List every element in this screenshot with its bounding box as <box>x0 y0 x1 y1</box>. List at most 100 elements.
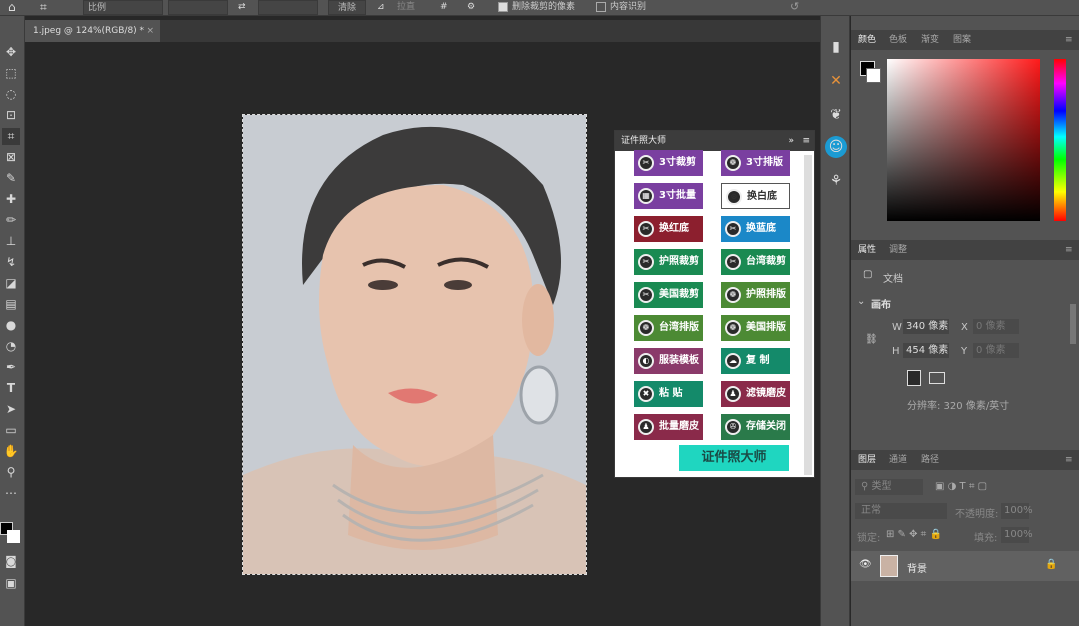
tab-gradients[interactable]: 渐变 <box>921 30 939 50</box>
width-field[interactable]: 340 像素 <box>903 319 949 334</box>
crop-tool-icon[interactable]: ⌗ <box>2 128 20 145</box>
eyedropper-tool-icon[interactable]: ✎ <box>2 170 20 187</box>
brush-tool-icon[interactable]: ✏ <box>2 212 20 229</box>
tab-adjustments[interactable]: 调整 <box>889 240 907 260</box>
lasso-tool-icon[interactable]: ◌ <box>2 86 20 103</box>
tab-channels[interactable]: 通道 <box>889 450 907 470</box>
height-field[interactable]: 454 像素 <box>903 343 949 358</box>
plugin-button[interactable]: ❁ 3寸排版 <box>721 150 790 176</box>
opacity-field[interactable]: 100% <box>1001 503 1029 519</box>
type-tool-icon[interactable]: T <box>2 380 20 397</box>
clear-button[interactable]: 清除 <box>328 0 366 15</box>
plugin-button[interactable]: ✂ 3寸裁剪 <box>634 150 703 176</box>
crop-icon[interactable]: ⌗ <box>40 0 47 15</box>
panel-menu-icon[interactable]: ≡ <box>802 131 810 151</box>
plugin-button[interactable]: ♟ 滤镜磨皮 <box>721 381 790 407</box>
more-tools-icon[interactable]: ⋯ <box>2 485 20 502</box>
swap-icon[interactable]: ⇄ <box>238 0 246 15</box>
plugin-button[interactable]: ❁ 美国排版 <box>721 315 790 341</box>
plugin-button[interactable]: ❁ 台湾排版 <box>634 315 703 341</box>
id-photo-icon[interactable]: ☺ <box>825 136 847 158</box>
x-field[interactable]: 0 像素 <box>973 319 1019 334</box>
gradient-tool-icon[interactable]: ▤ <box>2 296 20 313</box>
quick-select-tool-icon[interactable]: ⊡ <box>2 107 20 124</box>
fill-field[interactable]: 100% <box>1001 527 1029 543</box>
pen-tool-icon[interactable]: ✒ <box>2 359 20 376</box>
stamp-tool-icon[interactable]: ⊥ <box>2 233 20 250</box>
panel-menu-icon[interactable]: ≡ <box>1065 30 1073 50</box>
hand-tool-icon[interactable]: ✋ <box>2 443 20 460</box>
background-color-swatch[interactable] <box>7 530 20 543</box>
settings-gear-icon[interactable]: ⚙ <box>467 0 475 15</box>
tab-paths[interactable]: 路径 <box>921 450 939 470</box>
brush-preset-icon[interactable]: ⚘ <box>825 170 847 192</box>
document-tab[interactable]: 1.jpeg @ 124%(RGB/8) * × <box>25 20 160 42</box>
plugin-button[interactable]: ✂ 护照裁剪 <box>634 249 703 275</box>
tools-x-icon[interactable]: ✕ <box>825 70 847 92</box>
plugin-button[interactable]: ❁ 护照排版 <box>721 282 790 308</box>
quick-mask-icon[interactable]: ◙ <box>2 553 20 570</box>
plugin-button[interactable]: ✇ 存储关闭 <box>721 414 790 440</box>
portrait-photo[interactable] <box>243 115 586 574</box>
reset-icon[interactable]: ↺ <box>790 0 799 15</box>
plugin-icon[interactable]: ❦ <box>825 104 847 126</box>
delete-cropped-checkbox[interactable] <box>498 2 508 12</box>
hue-slider[interactable] <box>1054 59 1066 221</box>
plugin-button[interactable]: ✖ 粘 贴 <box>634 381 703 407</box>
blur-tool-icon[interactable]: ● <box>2 317 20 334</box>
history-brush-tool-icon[interactable]: ↯ <box>2 254 20 271</box>
layer-filter-field[interactable]: ⚲ 类型 <box>855 479 923 495</box>
plugin-button[interactable]: ✂ 台湾裁剪 <box>721 249 790 275</box>
width-input[interactable] <box>168 0 228 15</box>
eraser-tool-icon[interactable]: ◪ <box>2 275 20 292</box>
tab-swatches[interactable]: 色板 <box>889 30 907 50</box>
move-tool-icon[interactable]: ✥ <box>2 44 20 61</box>
y-field[interactable]: 0 像素 <box>973 343 1019 358</box>
rectangle-tool-icon[interactable]: ▭ <box>2 422 20 439</box>
plugin-button[interactable]: ◐ 服装模板 <box>634 348 703 374</box>
plugin-button[interactable]: ✂ 换蓝底 <box>721 216 790 242</box>
straighten-label[interactable]: 拉直 <box>397 0 415 15</box>
home-icon[interactable]: ⌂ <box>8 0 16 15</box>
layer-filter-icons[interactable]: ▣ ◑ T ⌗ ▢ <box>935 481 987 492</box>
link-icon[interactable]: ⛓ <box>865 334 878 345</box>
color-spectrum-picker[interactable] <box>887 59 1040 221</box>
grid-overlay-icon[interactable]: # <box>440 0 448 15</box>
history-icon[interactable]: ▮ <box>825 36 847 58</box>
visibility-eye-icon[interactable]: 👁 <box>859 559 872 570</box>
height-input[interactable] <box>258 0 318 15</box>
plugin-button[interactable]: ☁ 复 制 <box>721 348 790 374</box>
collapse-panel-icon[interactable]: » <box>788 131 794 151</box>
plugin-scrollbar[interactable] <box>804 155 812 475</box>
content-aware-checkbox[interactable] <box>596 2 606 12</box>
zoom-tool-icon[interactable]: ⚲ <box>2 464 20 481</box>
screen-mode-icon[interactable]: ▣ <box>2 575 20 592</box>
plugin-button[interactable]: ✂ 换红底 <box>634 216 703 242</box>
ratio-select[interactable]: 比例 <box>83 0 163 15</box>
plugin-button[interactable]: ⊛ 换白底 <box>721 183 790 209</box>
plugin-button[interactable]: ▦ 3寸批量 <box>634 183 703 209</box>
plugin-button[interactable]: ♟ 批量磨皮 <box>634 414 703 440</box>
marquee-tool-icon[interactable]: ⬚ <box>2 65 20 82</box>
straighten-icon[interactable]: ⊿ <box>377 0 385 15</box>
panel-menu-icon[interactable]: ≡ <box>1065 240 1073 260</box>
tab-layers[interactable]: 图层 <box>858 450 876 470</box>
panel-menu-icon[interactable]: ≡ <box>1065 450 1073 470</box>
layer-row[interactable]: 👁 背景 🔒 <box>851 551 1079 581</box>
tab-properties[interactable]: 属性 <box>858 240 876 260</box>
layer-name[interactable]: 背景 <box>907 560 927 575</box>
chevron-down-icon[interactable]: ⌄ <box>857 296 865 307</box>
tab-color[interactable]: 颜色 <box>858 30 876 50</box>
frame-tool-icon[interactable]: ⊠ <box>2 149 20 166</box>
path-select-tool-icon[interactable]: ➤ <box>2 401 20 418</box>
blend-mode-select[interactable]: 正常 <box>855 503 947 519</box>
properties-scrollbar[interactable] <box>1070 304 1076 344</box>
plugin-button[interactable]: ✂ 美国裁剪 <box>634 282 703 308</box>
lock-icons[interactable]: ⊞ ✎ ✥ ⌗ 🔒 <box>886 529 942 540</box>
healing-tool-icon[interactable]: ✚ <box>2 191 20 208</box>
dodge-tool-icon[interactable]: ◔ <box>2 338 20 355</box>
plugin-brand-button[interactable]: 证件照大师 <box>679 445 789 471</box>
portrait-orientation-icon[interactable] <box>907 370 921 386</box>
close-tab-icon[interactable]: × <box>146 20 154 42</box>
tab-patterns[interactable]: 图案 <box>953 30 971 50</box>
